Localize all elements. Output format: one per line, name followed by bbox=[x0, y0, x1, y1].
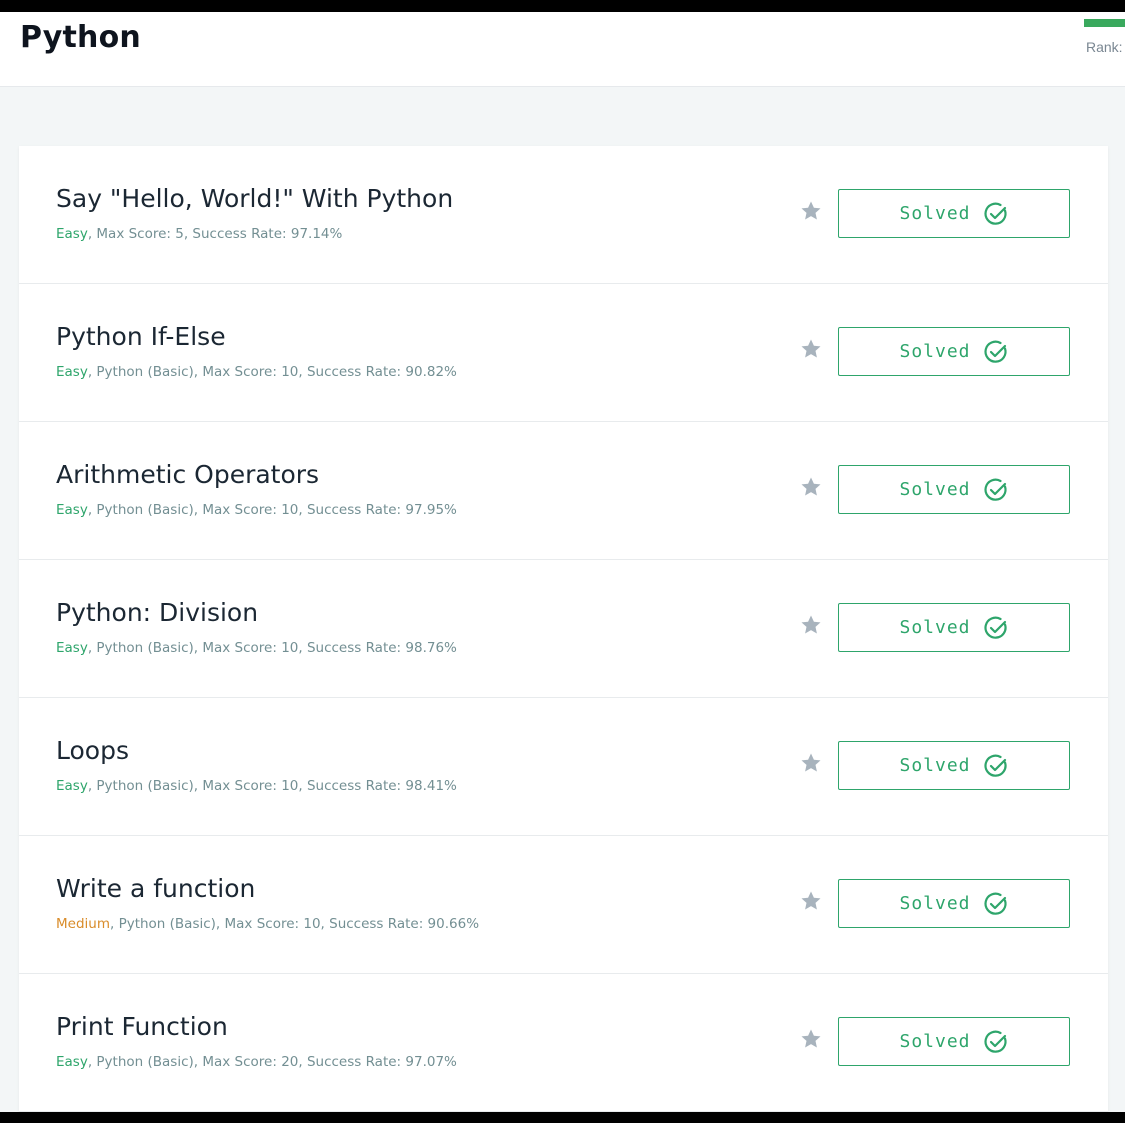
page-header: Python Rank: bbox=[0, 12, 1125, 87]
challenge-meta-text: , Python (Basic), Max Score: 10, Success… bbox=[109, 916, 480, 932]
challenge-list: Say "Hello, World!" With Python Easy, Ma… bbox=[19, 146, 1108, 1112]
challenge-title[interactable]: Arithmetic Operators bbox=[56, 460, 319, 489]
challenge-meta: Easy, Python (Basic), Max Score: 10, Suc… bbox=[56, 640, 457, 656]
challenge-row[interactable]: Print Function Easy, Python (Basic), Max… bbox=[19, 974, 1108, 1112]
challenge-title[interactable]: Print Function bbox=[56, 1012, 228, 1041]
solved-button[interactable]: Solved bbox=[838, 189, 1070, 238]
solved-label: Solved bbox=[899, 341, 971, 362]
challenge-title[interactable]: Say "Hello, World!" With Python bbox=[56, 184, 453, 213]
challenge-row[interactable]: Python If-Else Easy, Python (Basic), Max… bbox=[19, 284, 1108, 422]
check-circle-icon bbox=[983, 1030, 1007, 1053]
challenge-meta: Easy, Max Score: 5, Success Rate: 97.14% bbox=[56, 226, 342, 242]
bottom-strip bbox=[0, 1112, 1125, 1123]
challenge-meta-text: , Python (Basic), Max Score: 10, Success… bbox=[87, 364, 457, 380]
challenge-row[interactable]: Write a function Medium, Python (Basic),… bbox=[19, 836, 1108, 974]
challenge-meta-text: , Python (Basic), Max Score: 10, Success… bbox=[87, 640, 457, 656]
solved-button[interactable]: Solved bbox=[838, 741, 1070, 790]
check-circle-icon bbox=[983, 754, 1007, 777]
difficulty-label: Easy bbox=[56, 640, 88, 656]
challenge-meta: Easy, Python (Basic), Max Score: 10, Suc… bbox=[56, 364, 457, 380]
star-icon[interactable] bbox=[799, 475, 823, 499]
solved-label: Solved bbox=[899, 893, 971, 914]
challenge-meta-text: , Python (Basic), Max Score: 20, Success… bbox=[87, 1054, 457, 1070]
challenge-meta-text: , Python (Basic), Max Score: 10, Success… bbox=[87, 502, 457, 518]
solved-label: Solved bbox=[899, 617, 971, 638]
star-icon[interactable] bbox=[799, 889, 823, 913]
star-icon[interactable] bbox=[799, 613, 823, 637]
check-circle-icon bbox=[983, 202, 1007, 225]
challenge-meta: Easy, Python (Basic), Max Score: 10, Suc… bbox=[56, 778, 457, 794]
solved-label: Solved bbox=[899, 203, 971, 224]
solved-button[interactable]: Solved bbox=[838, 327, 1070, 376]
difficulty-label: Medium bbox=[56, 916, 110, 932]
challenge-row[interactable]: Loops Easy, Python (Basic), Max Score: 1… bbox=[19, 698, 1108, 836]
challenge-meta: Medium, Python (Basic), Max Score: 10, S… bbox=[56, 916, 479, 932]
solved-label: Solved bbox=[899, 755, 971, 776]
challenge-title[interactable]: Loops bbox=[56, 736, 129, 765]
check-circle-icon bbox=[983, 478, 1007, 501]
challenge-meta-text: , Max Score: 5, Success Rate: 97.14% bbox=[87, 226, 343, 242]
check-circle-icon bbox=[983, 616, 1007, 639]
solved-label: Solved bbox=[899, 479, 971, 500]
challenge-row[interactable]: Python: Division Easy, Python (Basic), M… bbox=[19, 560, 1108, 698]
solved-button[interactable]: Solved bbox=[838, 603, 1070, 652]
star-icon[interactable] bbox=[799, 1027, 823, 1051]
star-icon[interactable] bbox=[799, 751, 823, 775]
check-circle-icon bbox=[983, 340, 1007, 363]
challenge-title[interactable]: Python If-Else bbox=[56, 322, 226, 351]
difficulty-label: Easy bbox=[56, 364, 88, 380]
solved-label: Solved bbox=[899, 1031, 971, 1052]
challenge-title[interactable]: Python: Division bbox=[56, 598, 258, 627]
challenge-meta: Easy, Python (Basic), Max Score: 20, Suc… bbox=[56, 1054, 457, 1070]
challenge-row[interactable]: Say "Hello, World!" With Python Easy, Ma… bbox=[19, 146, 1108, 284]
difficulty-label: Easy bbox=[56, 1054, 88, 1070]
challenge-meta-text: , Python (Basic), Max Score: 10, Success… bbox=[87, 778, 457, 794]
rank-label: Rank: bbox=[1086, 39, 1123, 55]
challenge-title[interactable]: Write a function bbox=[56, 874, 255, 903]
difficulty-label: Easy bbox=[56, 502, 88, 518]
solved-button[interactable]: Solved bbox=[838, 465, 1070, 514]
solved-button[interactable]: Solved bbox=[838, 1017, 1070, 1066]
page: Python Rank: Say "Hello, World!" With Py… bbox=[0, 12, 1125, 1112]
challenge-row[interactable]: Arithmetic Operators Easy, Python (Basic… bbox=[19, 422, 1108, 560]
rank-progress-bar bbox=[1084, 19, 1125, 27]
difficulty-label: Easy bbox=[56, 778, 88, 794]
solved-button[interactable]: Solved bbox=[838, 879, 1070, 928]
challenge-meta: Easy, Python (Basic), Max Score: 10, Suc… bbox=[56, 502, 457, 518]
star-icon[interactable] bbox=[799, 199, 823, 223]
star-icon[interactable] bbox=[799, 337, 823, 361]
page-title: Python bbox=[20, 20, 141, 55]
difficulty-label: Easy bbox=[56, 226, 88, 242]
check-circle-icon bbox=[983, 892, 1007, 915]
